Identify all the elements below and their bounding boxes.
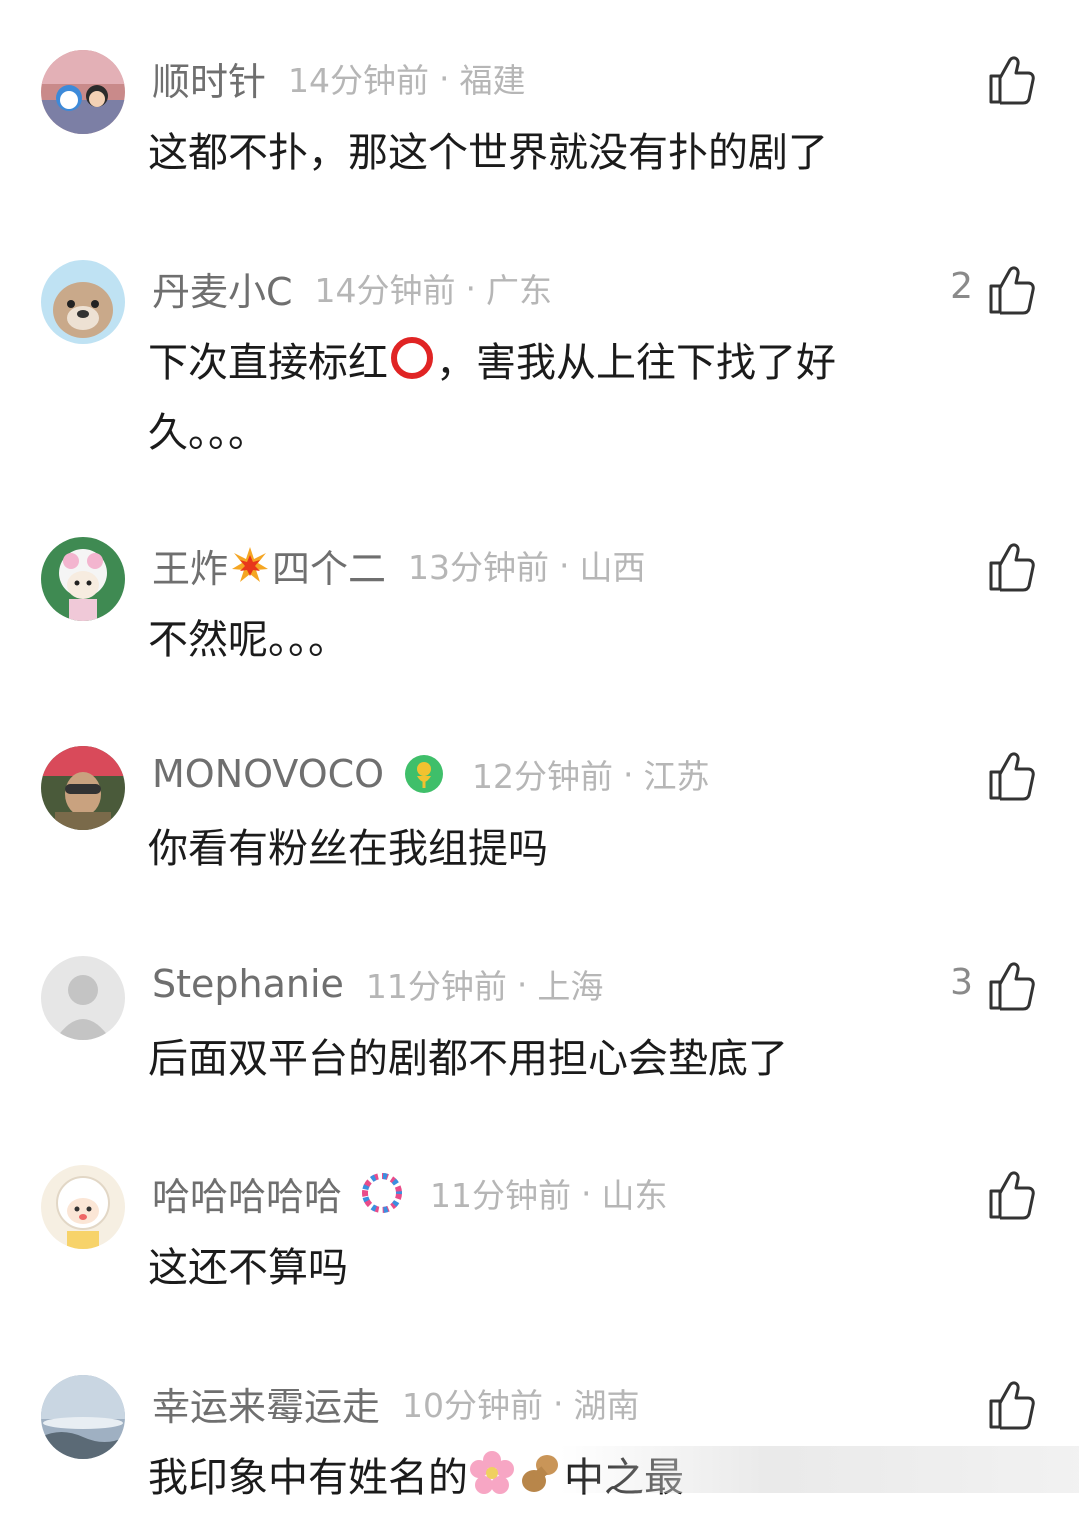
avatar[interactable] <box>41 260 125 344</box>
comment-time: 11分钟前 <box>430 1176 572 1215</box>
comment-text: 你看有粉丝在我组提吗 <box>148 826 548 872</box>
like-button[interactable] <box>985 748 1037 804</box>
comment-text: 不然呢。。。 <box>148 617 348 663</box>
thumbs-up-icon <box>989 1171 1035 1220</box>
separator: · <box>465 268 477 308</box>
thumbs-up-icon <box>989 1381 1035 1430</box>
member-badge-icon <box>362 1173 403 1213</box>
comment-meta: 哈哈哈哈哈 11分钟前 · 山东 <box>152 1167 668 1219</box>
comment-time: 11分钟前 <box>365 967 507 1006</box>
cherry-blossom-emoji <box>468 1449 516 1497</box>
comment-time: 14分钟前 <box>314 271 456 310</box>
comment-text-part: 下次直接标红 <box>148 340 388 386</box>
avatar[interactable] <box>41 1375 125 1459</box>
comment-time: 13分钟前 <box>408 548 550 587</box>
comment-text-part: 我印象中有姓名的 <box>148 1455 468 1501</box>
comment-region: 上海 <box>537 967 604 1006</box>
like-button[interactable] <box>985 52 1037 108</box>
separator: · <box>516 964 528 1004</box>
comment-text: 后面双平台的剧都不用担心会垫底了 <box>148 1036 788 1082</box>
separator: · <box>559 545 570 585</box>
comment-text: 这都不扑，那这个世界就没有扑的剧了 <box>148 130 828 176</box>
username[interactable]: 丹麦小C <box>152 261 293 316</box>
comment-region: 山西 <box>579 548 646 587</box>
watermark-overlay <box>560 1446 1079 1493</box>
collision-emoji <box>230 545 270 585</box>
thumbs-up-icon <box>989 543 1035 592</box>
avatar[interactable] <box>41 50 125 134</box>
comment-region: 湖南 <box>573 1386 640 1425</box>
comment-region: 广东 <box>486 271 553 310</box>
comment-time: 10分钟前 <box>402 1386 544 1425</box>
username-part[interactable]: 四个二 <box>272 538 386 593</box>
username[interactable]: Stephanie <box>152 962 344 1006</box>
like-button[interactable] <box>985 539 1037 595</box>
username-part[interactable]: 王炸 <box>152 538 228 593</box>
comment-region: 福建 <box>459 61 526 100</box>
comment-region: 山东 <box>601 1176 668 1215</box>
comment-meta: 丹麦小C 14分钟前 · 广东 <box>152 262 552 314</box>
separator: · <box>553 1383 564 1423</box>
separator: · <box>581 1173 592 1213</box>
thumbs-up-icon <box>989 962 1035 1011</box>
comment-text: 这还不算吗 <box>148 1245 348 1291</box>
avatar[interactable] <box>41 746 125 830</box>
member-badge-icon <box>404 754 444 794</box>
comment-time: 14分钟前 <box>288 61 430 100</box>
comment-meta: MONOVOCO 12分钟前 · 江苏 <box>152 748 710 800</box>
separator: · <box>623 754 634 794</box>
username[interactable]: MONOVOCO <box>152 752 384 796</box>
like-count: 2 <box>950 266 973 307</box>
comment-text: 下次直接标红 ，害我从上往下找了好久。。。 <box>148 328 938 468</box>
comment-meta: 王炸 四个二 13分钟前 · 山西 <box>152 539 646 591</box>
comment-time: 12分钟前 <box>472 757 614 796</box>
like-count: 3 <box>950 962 973 1003</box>
thumbs-up-icon <box>989 752 1035 801</box>
like-button[interactable] <box>985 262 1037 318</box>
avatar[interactable] <box>41 956 125 1040</box>
avatar[interactable] <box>41 1165 125 1249</box>
thumbs-up-icon <box>989 56 1035 105</box>
comment-meta: 幸运来霉运走 10分钟前 · 湖南 <box>152 1377 640 1429</box>
peanut-emoji <box>516 1449 564 1497</box>
avatar[interactable] <box>41 537 125 621</box>
username[interactable]: 哈哈哈哈哈 <box>152 1166 342 1221</box>
comment-meta: 顺时针 14分钟前 · 福建 <box>152 52 526 104</box>
thumbs-up-icon <box>989 266 1035 315</box>
like-button[interactable] <box>985 958 1037 1014</box>
red-circle-emoji <box>388 334 436 382</box>
comment-region: 江苏 <box>643 757 710 796</box>
like-button[interactable] <box>985 1377 1037 1433</box>
username[interactable]: 顺时针 <box>152 51 266 106</box>
username[interactable]: 幸运来霉运走 <box>152 1376 380 1431</box>
like-button[interactable] <box>985 1167 1037 1223</box>
separator: · <box>439 58 450 98</box>
comment-meta: Stephanie 11分钟前 · 上海 <box>152 958 603 1010</box>
